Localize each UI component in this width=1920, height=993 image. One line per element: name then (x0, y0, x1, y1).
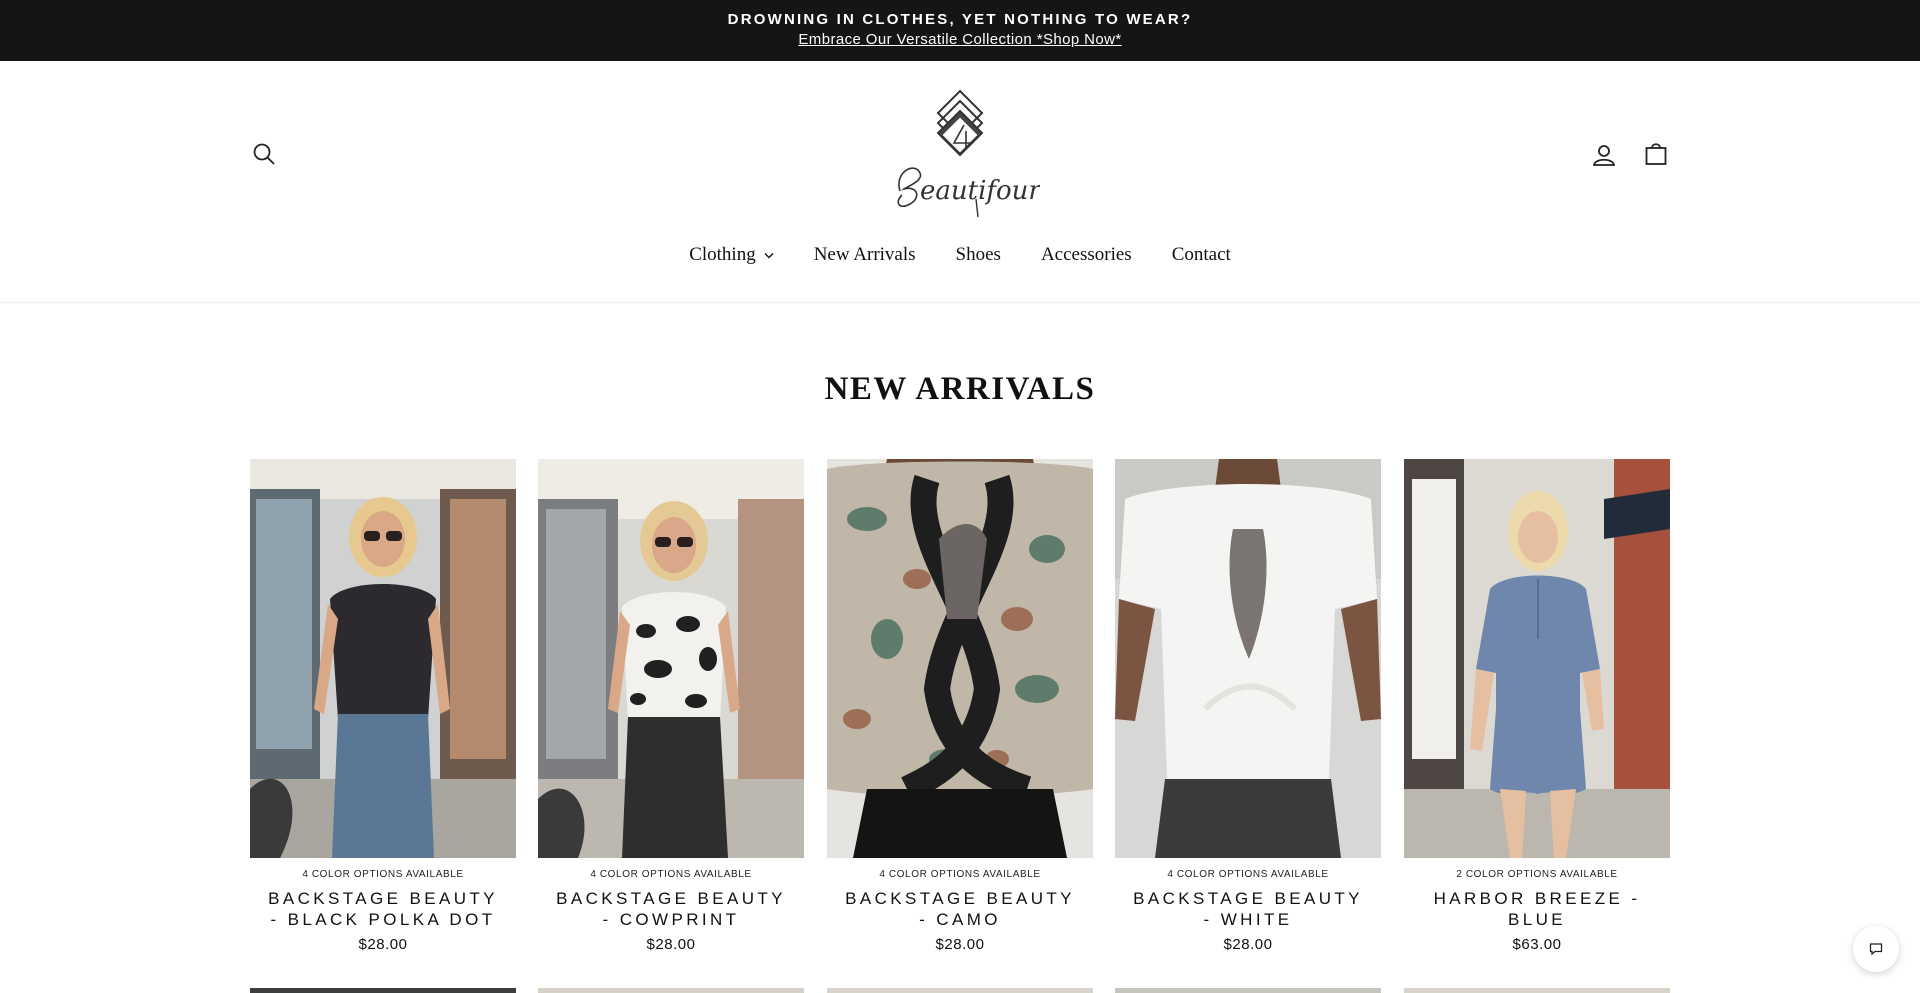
product-image-partial[interactable] (538, 988, 804, 993)
product-image[interactable] (538, 459, 804, 858)
color-options-label: 2 COLOR OPTIONS AVAILABLE (1456, 869, 1618, 880)
product-name[interactable]: HARBOR BREEZE - BLUE (1417, 888, 1657, 930)
announcement-shop-link[interactable]: Embrace Our Versatile Collection *Shop N… (0, 31, 1920, 48)
product-name[interactable]: BACKSTAGE BEAUTY - WHITE (1128, 888, 1368, 930)
product-image-partial[interactable] (1115, 988, 1381, 993)
color-options-label: 4 COLOR OPTIONS AVAILABLE (879, 869, 1041, 880)
main-nav: Clothing New Arrivals Shoes Accessories … (0, 244, 1920, 266)
announcement-bar: DROWNING IN CLOTHES, YET NOTHING TO WEAR… (0, 0, 1920, 61)
nav-item-label: Accessories (1040, 244, 1132, 265)
logo-mark: eautifour (897, 89, 1042, 218)
color-options-label: 4 COLOR OPTIONS AVAILABLE (590, 869, 752, 880)
site-header: eautifour Clothing New Arrivals Shoes Ac… (0, 61, 1920, 303)
chat-icon (1869, 943, 1883, 956)
product-card[interactable]: 4 COLOR OPTIONS AVAILABLE BACKSTAGE BEAU… (827, 459, 1093, 953)
color-options-label: 4 COLOR OPTIONS AVAILABLE (1167, 869, 1329, 880)
nav-item-label: Clothing (689, 244, 756, 265)
nav-item-label: Shoes (955, 244, 1001, 265)
product-card[interactable]: 4 COLOR OPTIONS AVAILABLE BACKSTAGE BEAU… (250, 459, 516, 953)
cart-button[interactable] (1640, 138, 1672, 170)
account-icon (1592, 145, 1616, 166)
product-name[interactable]: BACKSTAGE BEAUTY - COWPRINT (551, 888, 791, 930)
svg-text:eautifour: eautifour (920, 176, 1040, 206)
nav-item-label: New Arrivals (813, 244, 916, 265)
chevron-down-icon (764, 252, 774, 259)
chat-button[interactable] (1853, 926, 1899, 972)
account-button[interactable] (1588, 139, 1620, 171)
product-price: $28.00 (358, 936, 408, 953)
product-price: $28.00 (646, 936, 696, 953)
product-image-partial[interactable] (1404, 988, 1670, 993)
product-image[interactable] (827, 459, 1093, 858)
product-image[interactable] (1404, 459, 1670, 858)
nav-item-contact[interactable]: Contact (1152, 244, 1251, 266)
product-image-partial[interactable] (250, 988, 516, 993)
product-name[interactable]: BACKSTAGE BEAUTY - BLACK POLKA DOT (263, 888, 503, 930)
product-price: $63.00 (1512, 936, 1562, 953)
search-button[interactable] (248, 138, 280, 170)
announcement-headline: DROWNING IN CLOTHES, YET NOTHING TO WEAR… (727, 11, 1193, 28)
product-name[interactable]: BACKSTAGE BEAUTY - CAMO (840, 888, 1080, 930)
page-title: NEW ARRIVALS (824, 371, 1096, 407)
product-image-partial[interactable] (827, 988, 1093, 993)
nav-item-clothing[interactable]: Clothing (669, 244, 794, 266)
search-icon (253, 143, 275, 165)
product-image[interactable] (250, 459, 516, 858)
nav-item-new-arrivals[interactable]: New Arrivals (794, 244, 936, 266)
nav-item-label: Contact (1171, 244, 1231, 265)
product-card[interactable]: 2 COLOR OPTIONS AVAILABLE HARBOR BREEZE … (1404, 459, 1670, 953)
color-options-label: 4 COLOR OPTIONS AVAILABLE (302, 869, 464, 880)
nav-item-accessories[interactable]: Accessories (1021, 244, 1152, 266)
product-image[interactable] (1115, 459, 1381, 858)
product-card[interactable]: 4 COLOR OPTIONS AVAILABLE BACKSTAGE BEAU… (1115, 459, 1381, 953)
product-grid: 4 COLOR OPTIONS AVAILABLE BACKSTAGE BEAU… (250, 459, 1670, 993)
product-card[interactable]: 4 COLOR OPTIONS AVAILABLE BACKSTAGE BEAU… (538, 459, 804, 953)
nav-item-shoes[interactable]: Shoes (936, 244, 1021, 266)
product-price: $28.00 (1223, 936, 1273, 953)
site-logo[interactable]: eautifour (880, 87, 1042, 221)
cart-icon (1645, 143, 1667, 165)
product-price: $28.00 (935, 936, 985, 953)
